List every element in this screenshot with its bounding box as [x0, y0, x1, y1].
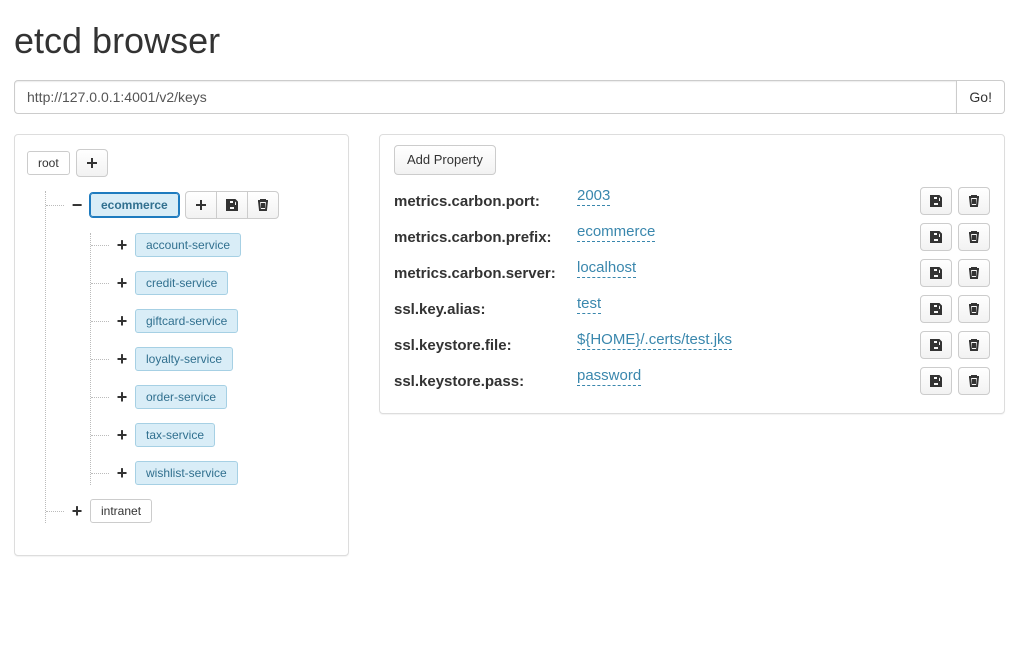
- tree-root-node[interactable]: root: [27, 151, 70, 175]
- trash-icon: [967, 374, 981, 388]
- tree-node: + loyalty-service: [91, 347, 338, 371]
- tree-node: + account-service: [91, 233, 338, 257]
- property-row: ssl.keystore.file: ${HOME}/.certs/test.jk…: [394, 327, 990, 363]
- property-value[interactable]: ${HOME}/.certs/test.jks: [577, 331, 732, 350]
- url-bar: Go!: [14, 80, 1005, 114]
- node-action-group: [185, 191, 279, 219]
- save-icon: [929, 338, 943, 352]
- delete-button[interactable]: [958, 295, 990, 323]
- delete-button[interactable]: [958, 367, 990, 395]
- property-value[interactable]: test: [577, 295, 601, 314]
- property-value[interactable]: password: [577, 367, 641, 386]
- expand-toggle[interactable]: +: [115, 238, 129, 252]
- property-row: metrics.carbon.server: localhost: [394, 255, 990, 291]
- expand-toggle[interactable]: +: [115, 314, 129, 328]
- tree-node: + giftcard-service: [91, 309, 338, 333]
- property-key: metrics.carbon.server:: [394, 265, 569, 282]
- property-key: ssl.keystore.pass:: [394, 373, 569, 390]
- add-child-button[interactable]: [185, 191, 217, 219]
- trash-icon: [967, 230, 981, 244]
- trash-icon: [967, 194, 981, 208]
- page-title: etcd browser: [14, 20, 1005, 62]
- property-key: metrics.carbon.port:: [394, 193, 569, 210]
- tree-panel: root − ecommerce + account-service + credit…: [14, 134, 349, 556]
- go-button[interactable]: Go!: [957, 80, 1005, 114]
- add-property-button[interactable]: Add Property: [394, 145, 496, 175]
- property-row: ssl.key.alias: test: [394, 291, 990, 327]
- save-icon: [929, 266, 943, 280]
- property-value[interactable]: localhost: [577, 259, 636, 278]
- tree-node-ecommerce[interactable]: ecommerce: [90, 193, 179, 217]
- trash-icon: [967, 302, 981, 316]
- property-key: ssl.keystore.file:: [394, 337, 569, 354]
- expand-toggle[interactable]: +: [70, 504, 84, 518]
- property-row: metrics.carbon.port: 2003: [394, 183, 990, 219]
- save-button[interactable]: [920, 259, 952, 287]
- tree-node-label[interactable]: wishlist-service: [135, 461, 238, 485]
- save-button[interactable]: [920, 223, 952, 251]
- trash-icon: [967, 338, 981, 352]
- delete-button[interactable]: [958, 223, 990, 251]
- delete-button[interactable]: [958, 187, 990, 215]
- add-child-button[interactable]: [76, 149, 108, 177]
- tree-node: + order-service: [91, 385, 338, 409]
- expand-toggle[interactable]: +: [115, 428, 129, 442]
- tree-node: + wishlist-service: [91, 461, 338, 485]
- property-row: metrics.carbon.prefix: ecommerce: [394, 219, 990, 255]
- expand-toggle[interactable]: +: [115, 352, 129, 366]
- property-key: ssl.key.alias:: [394, 301, 569, 318]
- delete-button[interactable]: [958, 259, 990, 287]
- save-button[interactable]: [216, 191, 248, 219]
- tree-node-label[interactable]: account-service: [135, 233, 241, 257]
- delete-button[interactable]: [247, 191, 279, 219]
- property-row: ssl.keystore.pass: password: [394, 363, 990, 399]
- save-icon: [225, 198, 239, 212]
- properties-panel: Add Property metrics.carbon.port:2003met…: [379, 134, 1005, 414]
- expand-toggle[interactable]: +: [115, 390, 129, 404]
- save-button[interactable]: [920, 187, 952, 215]
- save-icon: [929, 374, 943, 388]
- property-key: metrics.carbon.prefix:: [394, 229, 569, 246]
- save-icon: [929, 302, 943, 316]
- expand-toggle[interactable]: +: [115, 276, 129, 290]
- tree-node-intranet[interactable]: intranet: [90, 499, 152, 523]
- trash-icon: [967, 266, 981, 280]
- property-value[interactable]: 2003: [577, 187, 610, 206]
- save-button[interactable]: [920, 331, 952, 359]
- collapse-toggle[interactable]: −: [70, 198, 84, 212]
- save-icon: [929, 230, 943, 244]
- tree-node: + tax-service: [91, 423, 338, 447]
- trash-icon: [256, 198, 270, 212]
- tree-node-label[interactable]: credit-service: [135, 271, 228, 295]
- delete-button[interactable]: [958, 331, 990, 359]
- plus-icon: [85, 156, 99, 170]
- tree-node: + credit-service: [91, 271, 338, 295]
- tree-node-label[interactable]: loyalty-service: [135, 347, 233, 371]
- tree-node-label[interactable]: tax-service: [135, 423, 215, 447]
- save-button[interactable]: [920, 367, 952, 395]
- tree-node-label[interactable]: order-service: [135, 385, 227, 409]
- save-button[interactable]: [920, 295, 952, 323]
- plus-icon: [194, 198, 208, 212]
- url-input[interactable]: [14, 80, 957, 114]
- property-value[interactable]: ecommerce: [577, 223, 655, 242]
- save-icon: [929, 194, 943, 208]
- tree-node-label[interactable]: giftcard-service: [135, 309, 238, 333]
- expand-toggle[interactable]: +: [115, 466, 129, 480]
